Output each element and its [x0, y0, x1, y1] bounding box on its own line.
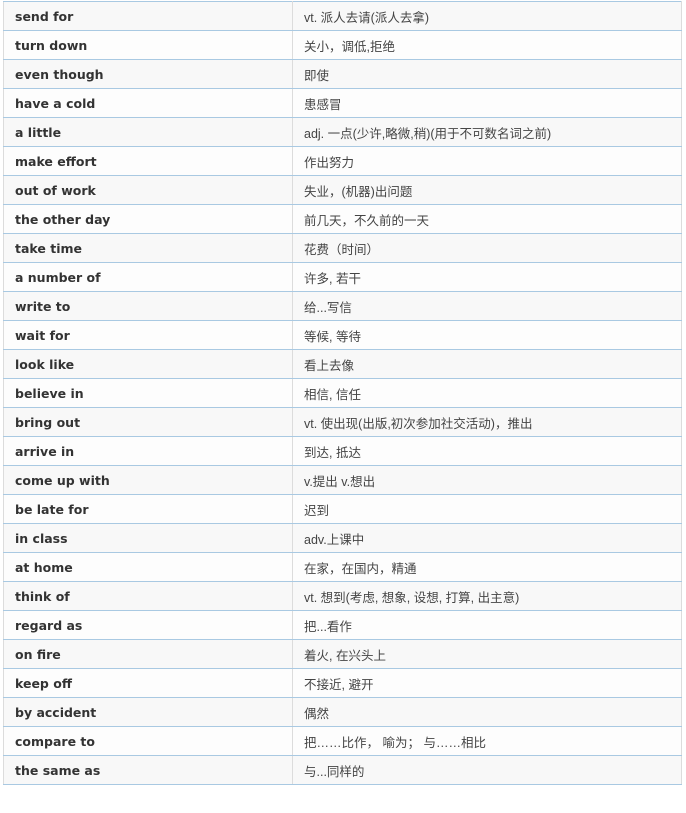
phrase-cell: be late for: [3, 494, 293, 524]
meaning-cell: vt. 派人去请(派人去拿): [292, 1, 682, 31]
table-row: the same as 与...同样的: [3, 755, 682, 785]
phrase-cell: the other day: [3, 204, 293, 234]
table-row: the other day 前几天，不久前的一天: [3, 204, 682, 234]
phrase-cell: out of work: [3, 175, 293, 205]
table-row: a number of 许多, 若干: [3, 262, 682, 292]
phrase-cell: send for: [3, 1, 293, 31]
table-row: out of work 失业，(机器)出问题: [3, 175, 682, 205]
phrase-cell: arrive in: [3, 436, 293, 466]
phrase-table: send for vt. 派人去请(派人去拿) turn down 关小，调低,拒绝 e…: [3, 1, 682, 785]
phrase-cell: come up with: [3, 465, 293, 495]
meaning-cell: 偶然: [292, 697, 682, 727]
phrase-cell: on fire: [3, 639, 293, 669]
table-row: write to 给...写信: [3, 291, 682, 321]
meaning-cell: 失业，(机器)出问题: [292, 175, 682, 205]
meaning-cell: 患感冒: [292, 88, 682, 118]
table-row: come up with v.提出 v.想出: [3, 465, 682, 495]
table-row: turn down 关小，调低,拒绝: [3, 30, 682, 60]
meaning-cell: 关小，调低,拒绝: [292, 30, 682, 60]
meaning-cell: 与...同样的: [292, 755, 682, 785]
table-row: compare to 把……比作， 喻为； 与……相比: [3, 726, 682, 756]
meaning-cell: 把...看作: [292, 610, 682, 640]
phrase-cell: a little: [3, 117, 293, 147]
table-row: regard as 把...看作: [3, 610, 682, 640]
meaning-cell: 等候, 等待: [292, 320, 682, 350]
meaning-cell: 花费（时间）: [292, 233, 682, 263]
meaning-cell: vt. 使出现(出版,初次参加社交活动)，推出: [292, 407, 682, 437]
phrase-cell: in class: [3, 523, 293, 553]
meaning-cell: 作出努力: [292, 146, 682, 176]
phrase-cell: turn down: [3, 30, 293, 60]
meaning-cell: 前几天，不久前的一天: [292, 204, 682, 234]
table-row: send for vt. 派人去请(派人去拿): [3, 1, 682, 31]
meaning-cell: adv.上课中: [292, 523, 682, 553]
phrase-cell: wait for: [3, 320, 293, 350]
table-row: bring out vt. 使出现(出版,初次参加社交活动)，推出: [3, 407, 682, 437]
phrase-cell: think of: [3, 581, 293, 611]
meaning-cell: 许多, 若干: [292, 262, 682, 292]
meaning-cell: 给...写信: [292, 291, 682, 321]
meaning-cell: 到达, 抵达: [292, 436, 682, 466]
meaning-cell: 在家，在国内，精通: [292, 552, 682, 582]
phrase-cell: take time: [3, 233, 293, 263]
phrase-table-body: send for vt. 派人去请(派人去拿) turn down 关小，调低,拒绝 e…: [3, 1, 682, 785]
table-row: be late for 迟到: [3, 494, 682, 524]
phrase-cell: by accident: [3, 697, 293, 727]
phrase-cell: the same as: [3, 755, 293, 785]
phrase-cell: a number of: [3, 262, 293, 292]
meaning-cell: 即使: [292, 59, 682, 89]
phrase-cell: make effort: [3, 146, 293, 176]
phrase-cell: have a cold: [3, 88, 293, 118]
phrase-cell: at home: [3, 552, 293, 582]
table-row: have a cold 患感冒: [3, 88, 682, 118]
meaning-cell: 把……比作， 喻为； 与……相比: [292, 726, 682, 756]
phrase-cell: keep off: [3, 668, 293, 698]
table-row: arrive in 到达, 抵达: [3, 436, 682, 466]
table-row: wait for 等候, 等待: [3, 320, 682, 350]
meaning-cell: 迟到: [292, 494, 682, 524]
table-row: believe in 相信, 信任: [3, 378, 682, 408]
meaning-cell: v.提出 v.想出: [292, 465, 682, 495]
phrase-cell: regard as: [3, 610, 293, 640]
table-row: by accident 偶然: [3, 697, 682, 727]
meaning-cell: 着火, 在兴头上: [292, 639, 682, 669]
table-row: make effort 作出努力: [3, 146, 682, 176]
phrase-cell: even though: [3, 59, 293, 89]
table-row: in class adv.上课中: [3, 523, 682, 553]
table-row: take time 花费（时间）: [3, 233, 682, 263]
phrase-table-container: send for vt. 派人去请(派人去拿) turn down 关小，调低,拒绝 e…: [3, 1, 682, 785]
table-row: on fire 着火, 在兴头上: [3, 639, 682, 669]
table-row: a little adj. 一点(少许,略微,稍)(用于不可数名词之前): [3, 117, 682, 147]
phrase-cell: believe in: [3, 378, 293, 408]
meaning-cell: 不接近, 避开: [292, 668, 682, 698]
phrase-cell: write to: [3, 291, 293, 321]
meaning-cell: adj. 一点(少许,略微,稍)(用于不可数名词之前): [292, 117, 682, 147]
phrase-cell: compare to: [3, 726, 293, 756]
table-row: keep off 不接近, 避开: [3, 668, 682, 698]
table-row: look like 看上去像: [3, 349, 682, 379]
meaning-cell: vt. 想到(考虑, 想象, 设想, 打算, 出主意): [292, 581, 682, 611]
table-row: at home 在家，在国内，精通: [3, 552, 682, 582]
table-row: think of vt. 想到(考虑, 想象, 设想, 打算, 出主意): [3, 581, 682, 611]
table-row: even though 即使: [3, 59, 682, 89]
meaning-cell: 看上去像: [292, 349, 682, 379]
phrase-cell: bring out: [3, 407, 293, 437]
phrase-cell: look like: [3, 349, 293, 379]
meaning-cell: 相信, 信任: [292, 378, 682, 408]
